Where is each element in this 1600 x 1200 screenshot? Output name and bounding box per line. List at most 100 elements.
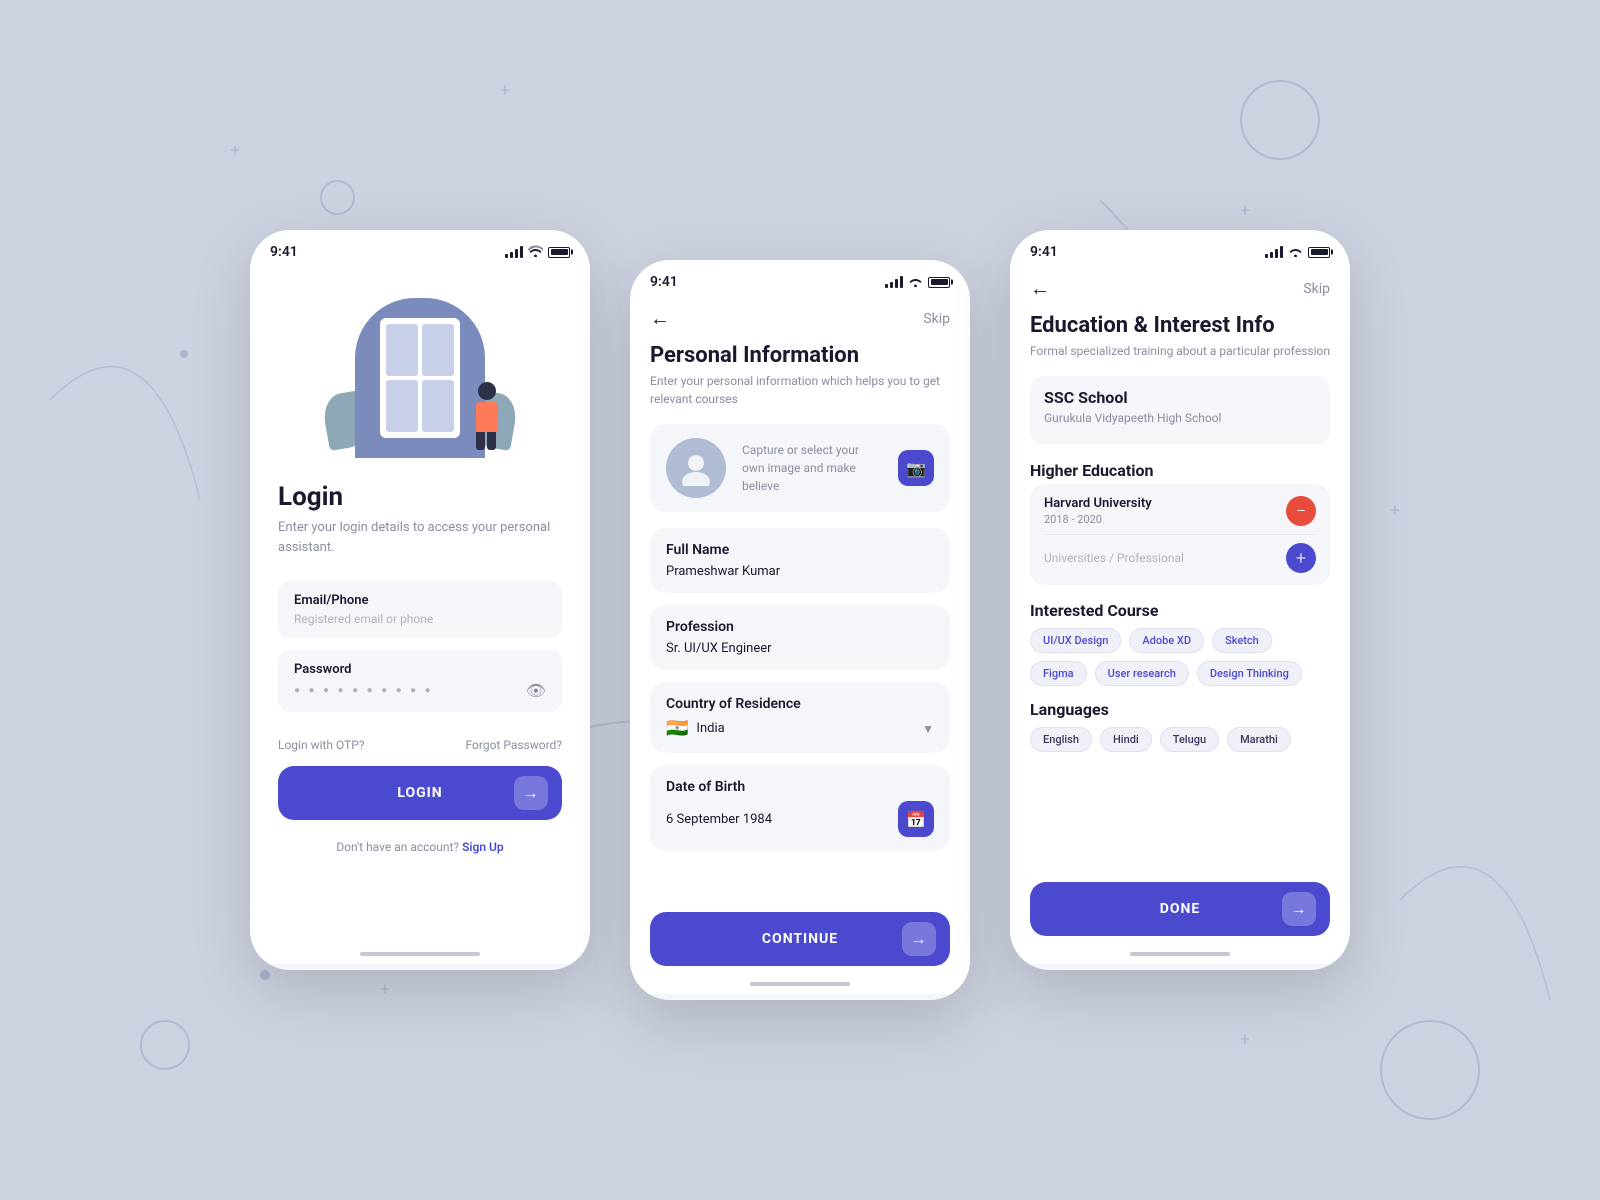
login-button-label: LOGIN	[397, 785, 442, 801]
education-title: Education & Interest Info	[1030, 313, 1330, 338]
login-options: Login with OTP? Forgot Password?	[278, 738, 562, 752]
battery-icon-2	[928, 277, 950, 288]
scroll-content-2[interactable]: Capture or select your own image and mak…	[630, 424, 970, 900]
password-label: Password	[294, 662, 546, 677]
education-scroll[interactable]: SSC School Gurukula Vidyapeeth High Scho…	[1010, 376, 1350, 870]
forgot-password[interactable]: Forgot Password?	[466, 738, 562, 752]
ssc-card: SSC School Gurukula Vidyapeeth High Scho…	[1030, 376, 1330, 445]
otp-option[interactable]: Login with OTP?	[278, 738, 365, 752]
battery-icon-1	[548, 247, 570, 258]
remove-university-button[interactable]: −	[1286, 496, 1316, 526]
back-button-3[interactable]: ←	[1030, 276, 1050, 301]
add-university-placeholder: Universities / Professional	[1044, 551, 1184, 565]
profession-card[interactable]: Profession Sr. UI/UX Engineer	[650, 605, 950, 670]
email-label: Email/Phone	[294, 593, 546, 608]
signup-link[interactable]: Sign Up	[462, 840, 504, 854]
illustration-area	[320, 278, 520, 458]
personal-info-content: ← Skip Personal Information Enter your p…	[630, 298, 970, 994]
phones-container: 9:41	[250, 200, 1350, 1000]
login-content: Login Enter your login details to access…	[250, 268, 590, 964]
signal-icon-2	[885, 276, 903, 288]
continue-button[interactable]: CONTINUE →	[650, 912, 950, 966]
person-body	[476, 402, 498, 432]
login-title: Login	[278, 482, 562, 512]
ssc-section: SSC School Gurukula Vidyapeeth High Scho…	[1030, 376, 1330, 445]
language-tag[interactable]: Hindi	[1100, 727, 1152, 752]
avatar-instruction: Capture or select your own image and mak…	[742, 441, 882, 495]
university-entry: Harvard University 2018 - 2020 −	[1044, 496, 1316, 526]
course-tag[interactable]: UI/UX Design	[1030, 628, 1121, 653]
calendar-button[interactable]: 📅	[898, 801, 934, 837]
wifi-icon-2	[908, 275, 923, 290]
email-input-group[interactable]: Email/Phone Registered email or phone	[278, 581, 562, 638]
continue-label: CONTINUE	[762, 931, 838, 947]
language-tag[interactable]: English	[1030, 727, 1092, 752]
continue-arrow-icon: →	[902, 922, 936, 956]
chevron-down-icon: ▼	[922, 722, 934, 736]
password-row: ● ● ● ● ● ● ● ● ● ● 👁	[294, 681, 546, 700]
course-tag[interactable]: User research	[1095, 661, 1189, 686]
dob-row: 6 September 1984 📅	[666, 801, 934, 837]
languages-title: Languages	[1030, 700, 1330, 719]
status-bar-1: 9:41	[250, 230, 590, 268]
signal-icon-3	[1265, 246, 1283, 258]
person-legs	[476, 432, 498, 450]
course-tag[interactable]: Figma	[1030, 661, 1087, 686]
avatar-section[interactable]: Capture or select your own image and mak…	[650, 424, 950, 512]
ssc-title: SSC School	[1044, 388, 1316, 407]
university-info: Harvard University 2018 - 2020	[1044, 496, 1152, 526]
education-subtitle: Formal specialized training about a part…	[1030, 342, 1330, 360]
language-tag[interactable]: Marathi	[1227, 727, 1291, 752]
status-bar-2: 9:41	[630, 260, 970, 298]
skip-button-2[interactable]: Skip	[923, 311, 950, 327]
home-indicator-3	[1130, 952, 1230, 956]
edu-divider	[1044, 534, 1316, 535]
course-tag[interactable]: Sketch	[1212, 628, 1272, 653]
done-arrow-icon: →	[1282, 892, 1316, 926]
course-tag[interactable]: Design Thinking	[1197, 661, 1302, 686]
higher-ed-card: Harvard University 2018 - 2020 − Univers…	[1030, 484, 1330, 585]
status-icons-1	[505, 245, 570, 260]
done-label: DONE	[1160, 901, 1201, 917]
nav-bar-2: ← Skip	[630, 298, 970, 343]
home-indicator-2	[750, 982, 850, 986]
email-placeholder: Registered email or phone	[294, 612, 546, 626]
india-flag-icon: 🇮🇳	[666, 718, 688, 739]
door-frame	[380, 318, 460, 438]
language-tags: English Hindi Telugu Marathi	[1030, 727, 1330, 752]
course-tag[interactable]: Adobe XD	[1129, 628, 1204, 653]
profession-value: Sr. UI/UX Engineer	[666, 641, 934, 656]
phone-login: 9:41	[250, 230, 590, 970]
login-arrow-icon: →	[514, 776, 548, 810]
avatar-person-icon	[678, 450, 714, 486]
add-university-button[interactable]: +	[1286, 543, 1316, 573]
country-card[interactable]: Country of Residence 🇮🇳 India ▼	[650, 682, 950, 753]
status-bar-3: 9:41	[1010, 230, 1350, 268]
door-pane-2	[422, 324, 454, 376]
page-subtitle-2: Enter your personal information which he…	[650, 372, 950, 408]
password-input-group[interactable]: Password ● ● ● ● ● ● ● ● ● ● 👁	[278, 650, 562, 712]
skip-button-3[interactable]: Skip	[1303, 281, 1330, 297]
status-time-2: 9:41	[650, 274, 678, 290]
course-tags: UI/UX Design Adobe XD Sketch Figma User rese…	[1030, 628, 1330, 686]
add-university-row[interactable]: Universities / Professional +	[1044, 543, 1316, 573]
status-icons-3	[1265, 245, 1330, 260]
camera-button[interactable]: 📷	[898, 450, 934, 486]
person-leg-right	[487, 432, 496, 450]
door-pane-4	[422, 380, 454, 432]
eye-icon[interactable]: 👁	[526, 681, 546, 700]
fullname-value: Prameshwar Kumar	[666, 564, 934, 579]
nav-bar-3: ← Skip	[1010, 268, 1350, 313]
language-tag[interactable]: Telugu	[1160, 727, 1219, 752]
back-button-2[interactable]: ←	[650, 306, 670, 331]
phone-personal-info: 9:41 ← Skip	[630, 260, 970, 1000]
page-header-3: Education & Interest Info Formal special…	[1010, 313, 1350, 376]
fullname-card[interactable]: Full Name Prameshwar Kumar	[650, 528, 950, 593]
login-button[interactable]: LOGIN →	[278, 766, 562, 820]
person-leg-left	[476, 432, 485, 450]
dob-card[interactable]: Date of Birth 6 September 1984 📅	[650, 765, 950, 851]
ssc-value: Gurukula Vidyapeeth High School	[1044, 411, 1316, 425]
done-button[interactable]: DONE →	[1030, 882, 1330, 936]
interested-course-section: Interested Course UI/UX DesignAdobe XDSk…	[1030, 601, 1330, 686]
higher-ed-title: Higher Education	[1030, 461, 1330, 480]
